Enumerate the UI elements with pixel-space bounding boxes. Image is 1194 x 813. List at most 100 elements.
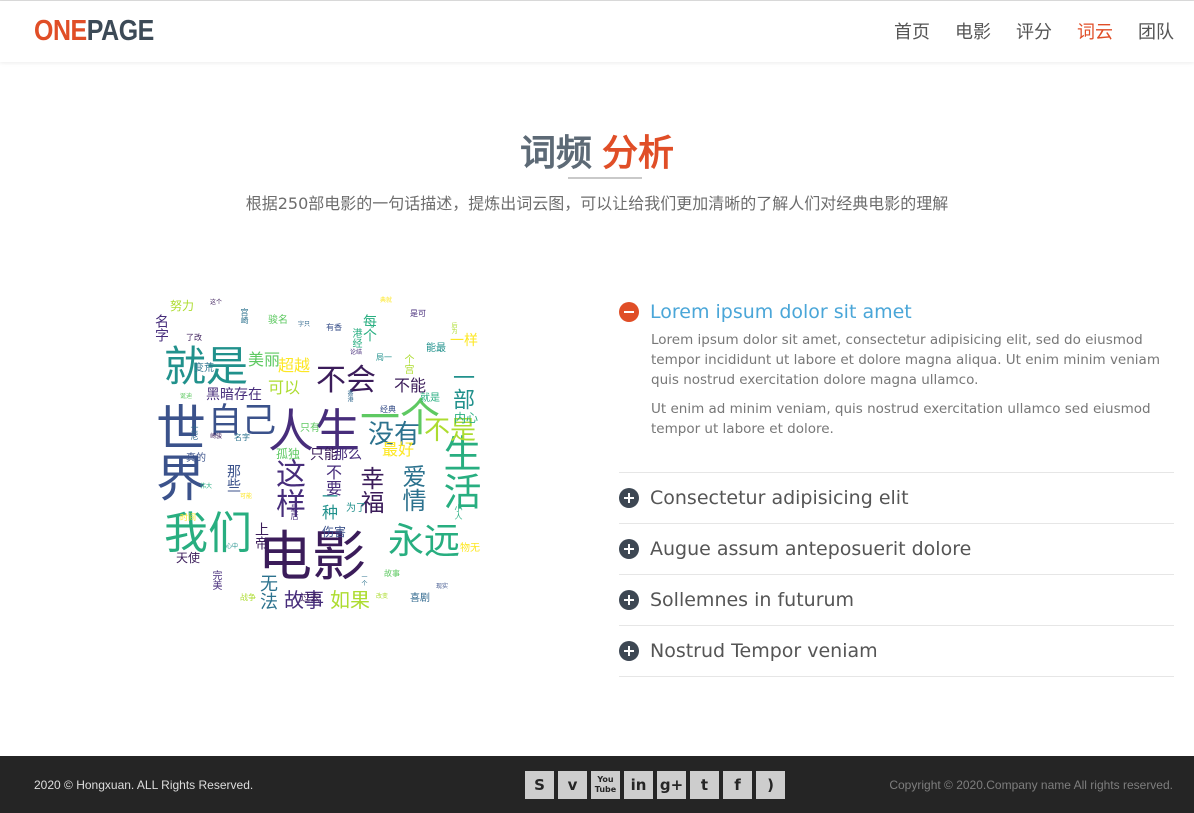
site-header: ONEPAGE 首页 电影 评分 词云 团队 (0, 1, 1194, 62)
word-cloud-filler: 论结 (350, 349, 363, 356)
word-cloud-filler: 为了 (346, 503, 366, 514)
word-cloud-filler: 就是 (420, 393, 440, 404)
word-cloud-filler: 士尼 (190, 424, 199, 440)
nav-item-ratings[interactable]: 评分 (1016, 21, 1052, 45)
googleplus-icon[interactable]: g+ (657, 771, 686, 799)
youtube-icon[interactable]: You Tube (591, 771, 620, 799)
word-cloud-word: 每个 (361, 314, 377, 342)
word-cloud-word: 如果 (330, 588, 370, 612)
word-cloud-word: 爱情 (398, 464, 426, 512)
word-cloud-filler: 典就 (380, 297, 393, 304)
word-cloud-filler: 只有 (300, 423, 320, 434)
word-cloud-filler: 战争 (240, 593, 256, 602)
section-title: 词频 分析 (0, 124, 1194, 176)
word-cloud-filler: 个宫 (402, 354, 413, 374)
minus-circle-icon[interactable] (619, 302, 639, 322)
word-cloud-word: 无法 (257, 574, 278, 610)
word-cloud-filler: 港经 (350, 328, 361, 348)
footer-copyright-right: Copyright © 2020.Company name All rights… (889, 778, 1173, 792)
plus-circle-icon[interactable] (619, 590, 639, 610)
accordion-item: Augue assum anteposuerit dolore (619, 524, 1174, 575)
word-cloud-filler: 诞迪 (180, 393, 193, 400)
plus-circle-icon[interactable] (619, 539, 639, 559)
word-cloud-word: 最好 (382, 440, 415, 459)
section-subtitle: 根据250部电影的一句话描述，提炼出词云图，可以让给我们更加清晰的了解人们对经典… (245, 194, 949, 213)
word-cloud-word: 那么 (334, 447, 362, 463)
word-cloud-filler: 经典 (380, 405, 396, 414)
word-cloud-filler: 崎骏 (210, 433, 223, 440)
word-cloud-filler: 时间 (180, 513, 196, 522)
word-cloud-word: 美丽 (248, 350, 281, 369)
word-cloud-filler: 最后 (290, 504, 299, 520)
accordion-header[interactable]: Consectetur adipisicing elit (619, 473, 1174, 523)
nav-item-wordcloud[interactable]: 词云 (1077, 21, 1113, 45)
word-cloud-word: 不能 (394, 376, 427, 395)
nav-item-movies[interactable]: 电影 (955, 21, 991, 45)
accordion-item: Nostrud Tempor veniam (619, 626, 1174, 677)
word-cloud-filler: 宫崎 (240, 308, 249, 324)
brand-logo[interactable]: ONEPAGE (34, 15, 154, 48)
word-cloud-filler: 改变 (376, 593, 389, 600)
accordion-title[interactable]: Nostrud Tempor veniam (650, 640, 878, 662)
social-links: S v You Tube in g+ t f ) (525, 771, 785, 799)
word-cloud-filler: 有香 (326, 323, 342, 332)
word-cloud-filler: 这个 (210, 299, 223, 306)
nav-item-team[interactable]: 团队 (1138, 21, 1174, 45)
logo-part-two: PAGE (86, 15, 155, 47)
word-cloud-word: 我们 (164, 508, 252, 559)
accordion-header[interactable]: Nostrud Tempor veniam (619, 626, 1174, 676)
word-cloud-filler: 名字 (234, 433, 250, 442)
word-cloud-filler: 伟大 (200, 483, 213, 490)
twitter-icon[interactable]: t (690, 771, 719, 799)
word-cloud-filler: 字只 (298, 321, 311, 328)
site-footer: 2020 © Hongxuan. ALL Rights Reserved. S … (0, 756, 1194, 813)
accordion-title[interactable]: Augue assum anteposuerit dolore (650, 538, 971, 560)
word-cloud-filler: 了改 (186, 333, 202, 342)
word-cloud-word: 努力 (170, 299, 195, 313)
word-cloud-filler: 完美 (210, 570, 221, 590)
section-title-accent: 分析 (602, 133, 675, 174)
plus-circle-icon[interactable] (619, 641, 639, 661)
word-cloud-word: 孤独 (276, 447, 301, 461)
word-cloud-word: 伤害 (322, 525, 347, 539)
footer-copyright-left: 2020 © Hongxuan. ALL Rights Reserved. (34, 778, 254, 792)
word-cloud-word: 黑暗 (206, 387, 234, 403)
accordion-title[interactable]: Consectetur adipisicing elit (650, 487, 909, 509)
accordion-item: Lorem ipsum dolor sit amet Lorem ipsum d… (619, 296, 1174, 473)
word-cloud-filler: 现实 (436, 583, 449, 590)
accordion-title[interactable]: Lorem ipsum dolor sit amet (650, 301, 912, 323)
word-cloud-filler: 骏名 (268, 315, 288, 326)
word-cloud-word: 上帝 (253, 522, 269, 550)
logo-part-one: ONE (34, 15, 87, 47)
word-cloud-filler: 能最 (426, 343, 446, 354)
word-cloud-word: 存在 (234, 387, 262, 403)
word-cloud-word: 名字 (153, 314, 169, 342)
accordion-item: Sollemnes in futurum (619, 575, 1174, 626)
word-cloud-filler: 故事 (384, 569, 400, 578)
title-underline (568, 177, 642, 179)
vimeo-icon[interactable]: v (558, 771, 587, 799)
nav-item-home[interactable]: 首页 (894, 21, 930, 45)
word-cloud-filler: 小人 (454, 504, 463, 520)
word-cloud-word: 那些 (225, 464, 241, 492)
rss-icon[interactable]: ) (756, 771, 785, 799)
word-cloud-word: 一部 (449, 366, 474, 410)
word-cloud-filler: 是可 (410, 309, 426, 318)
accordion-header[interactable]: Augue assum anteposuerit dolore (619, 524, 1174, 574)
word-cloud-word: 一样 (450, 333, 478, 349)
skype-icon[interactable]: S (525, 771, 554, 799)
word-cloud-filler: 可能 (240, 493, 253, 500)
linkedin-icon[interactable]: in (624, 771, 653, 799)
word-cloud-word: 超越 (278, 356, 311, 375)
facebook-icon[interactable]: f (723, 771, 752, 799)
word-cloud-filler: 过去 (300, 593, 320, 604)
accordion-title[interactable]: Sollemnes in futurum (650, 589, 854, 611)
word-cloud-word: 不要 (323, 464, 342, 496)
plus-circle-icon[interactable] (619, 488, 639, 508)
accordion-header[interactable]: Sollemnes in futurum (619, 575, 1174, 625)
accordion-header[interactable]: Lorem ipsum dolor sit amet (619, 296, 1174, 328)
word-cloud-filler: 后为 (450, 322, 457, 334)
word-cloud-image: 电影 世界 人生 就是 我们 一个 自己 永远 生活 不会 这样 没有 不是 幸福 爱情 如果 故事 一部 美丽 超越… (148, 294, 482, 620)
word-cloud-filler: 变荒 (194, 363, 214, 374)
word-cloud-filler: 真的 (186, 453, 206, 464)
